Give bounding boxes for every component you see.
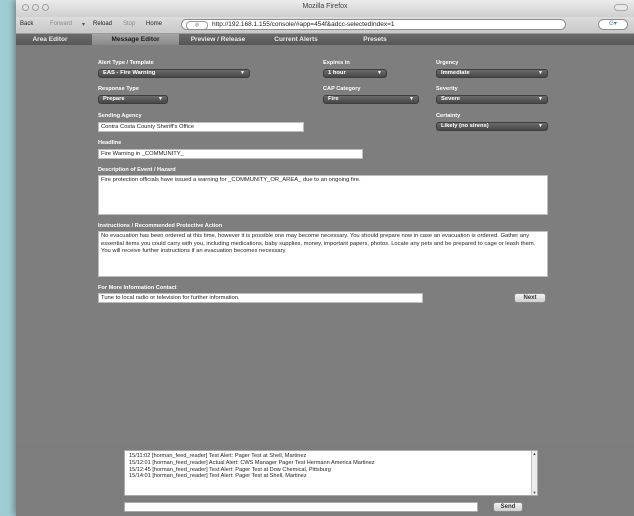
sending-agency-field[interactable]: Contra Costa County Sheriff's Office <box>98 122 304 132</box>
severity-select[interactable]: Severe ▼ <box>436 95 548 104</box>
tab-current-alerts[interactable]: Current Alerts <box>259 34 333 45</box>
title-bar: Mozilla Firefox <box>16 0 634 18</box>
chevron-down-icon: ▼ <box>538 70 543 76</box>
site-identity-icon[interactable]: ◎ <box>186 21 208 29</box>
description-textarea[interactable]: Fire protection officials have issued a … <box>98 175 548 215</box>
more-info-label: For More Information Contact <box>98 285 177 291</box>
window-title: Mozilla Firefox <box>302 3 348 10</box>
reload-button[interactable]: Reload <box>93 21 112 27</box>
home-button[interactable]: Home <box>146 21 162 27</box>
cap-category-label: CAP Category <box>323 86 361 92</box>
chevron-down-icon: ▼ <box>240 70 245 76</box>
tab-presets[interactable]: Presets <box>339 34 411 45</box>
chevron-down-icon: ▼ <box>158 96 163 102</box>
response-type-value: Prepare <box>103 96 125 102</box>
headline-label: Headline <box>98 140 122 146</box>
message-log-panel: 15/11:02 [horman_feed_reader] Test Alert… <box>16 445 634 516</box>
alert-log[interactable]: 15/11:02 [horman_feed_reader] Test Alert… <box>124 450 538 496</box>
tab-preview-release[interactable]: Preview / Release <box>179 34 257 45</box>
expires-value: 1 hour <box>328 70 346 76</box>
alert-type-label: Alert Type / Template <box>98 60 154 66</box>
alert-type-select[interactable]: EAS - Fire Warning ▼ <box>98 69 250 78</box>
response-type-label: Response Type <box>98 86 139 92</box>
chevron-down-icon: ▼ <box>377 70 382 76</box>
tab-area-editor[interactable]: Area Editor <box>16 34 84 45</box>
scroll-down-icon[interactable]: ▼ <box>532 490 537 495</box>
severity-value: Severe <box>441 96 461 102</box>
sending-agency-label: Sending Agency <box>98 113 142 119</box>
send-button[interactable]: Send <box>493 502 523 512</box>
log-line: 15/12:45 [horman_feed_reader] Test Alert… <box>129 466 331 473</box>
log-scrollbar[interactable]: ▲ ▼ <box>531 451 537 495</box>
stop-button[interactable]: Stop <box>123 21 135 27</box>
scroll-up-icon[interactable]: ▲ <box>532 451 537 456</box>
alert-type-value: EAS - Fire Warning <box>103 70 156 76</box>
tab-message-editor[interactable]: Message Editor <box>92 34 179 45</box>
navigation-toolbar: Back Forward ▾ Reload Stop Home ◎ http:/… <box>16 17 634 34</box>
severity-label: Severity <box>436 86 458 92</box>
urgency-label: Urgency <box>436 60 459 66</box>
log-line: 15/14:01 [horman_feed_reader] Test Alert… <box>129 473 307 480</box>
instructions-textarea[interactable]: No evacuation has been ordered at this t… <box>98 231 548 277</box>
url-text: http://192.168.1.155/console/#app=454f&a… <box>212 21 395 28</box>
browser-window: Mozilla Firefox Back Forward ▾ Reload St… <box>16 0 634 516</box>
urgency-value: Immediate <box>441 70 470 76</box>
certainty-select[interactable]: Likely (no sirens) ▼ <box>436 122 548 131</box>
log-line: 15/12:01 [horman_feed_reader] Actual Ale… <box>129 459 375 466</box>
response-type-select[interactable]: Prepare ▼ <box>98 95 168 104</box>
app-tab-bar: Area Editor Message Editor Preview / Rel… <box>16 34 634 45</box>
urgency-select[interactable]: Immediate ▼ <box>436 69 548 78</box>
chevron-down-icon: ▼ <box>538 96 543 102</box>
cap-category-value: Fire <box>328 96 339 102</box>
instructions-label: Instructions / Recommended Protective Ac… <box>98 223 223 229</box>
cap-category-select[interactable]: Fire ▼ <box>323 95 419 104</box>
message-input[interactable] <box>124 502 478 512</box>
dropdown-icon[interactable]: ▾ <box>82 21 85 28</box>
headline-field[interactable]: Fire Warning in _COMMUNITY_ <box>98 149 363 159</box>
back-button[interactable]: Back <box>20 21 33 27</box>
next-button[interactable]: Next <box>514 293 546 303</box>
chevron-down-icon: ▼ <box>409 96 414 102</box>
log-line: 15/11:02 [horman_feed_reader] Test Alert… <box>129 453 307 459</box>
chevron-down-icon: ▼ <box>538 123 543 129</box>
description-label: Description of Event / Hazard <box>98 167 176 173</box>
toolbar-toggle-button[interactable] <box>614 4 628 11</box>
forward-button[interactable]: Forward <box>50 21 72 27</box>
url-bar[interactable]: ◎ http://192.168.1.155/console/#app=454f… <box>181 19 566 30</box>
expires-select[interactable]: 1 hour ▼ <box>323 69 387 78</box>
expires-label: Expires in <box>323 60 350 66</box>
message-editor-panel: Alert Type / Template EAS - Fire Warning… <box>16 45 634 445</box>
more-info-field[interactable]: Tune to local radio or television for fu… <box>98 293 423 303</box>
certainty-value: Likely (no sirens) <box>441 123 489 129</box>
search-engine-button[interactable]: G▾ <box>598 19 628 30</box>
certainty-label: Certainty <box>436 113 461 119</box>
